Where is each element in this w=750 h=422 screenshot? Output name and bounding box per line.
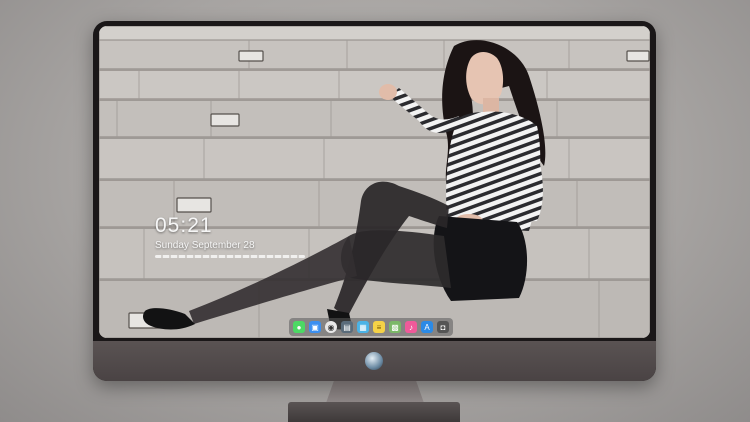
photos-icon[interactable]: ▩ [389, 321, 401, 333]
dock: ● ▣ ◉ ▤ ▦ ≡ ▩ ♪ A ◘ [289, 318, 453, 336]
lock-screen-date: Sunday September 28 [155, 240, 255, 251]
notes-icon[interactable]: ≡ [373, 321, 385, 333]
monitor-stand-neck [326, 381, 424, 403]
chrome-icon[interactable]: ◉ [325, 321, 337, 333]
clapper-icon[interactable]: ▤ [341, 321, 353, 333]
wallpaper-figure [143, 40, 546, 330]
logo-icon [365, 352, 383, 370]
lock-screen-time: 05:21 [155, 214, 213, 237]
movie-icon[interactable]: ▦ [357, 321, 369, 333]
monitor-chin [93, 341, 656, 381]
monitor: 05:21 Sunday September 28 ● ▣ ◉ ▤ ▦ ≡ ▩ … [93, 21, 656, 381]
monitor-stand-base [288, 402, 460, 422]
camera-icon[interactable]: ◘ [437, 321, 449, 333]
finder-icon[interactable]: ▣ [309, 321, 321, 333]
messages-icon[interactable]: ● [293, 321, 305, 333]
music-icon[interactable]: ♪ [405, 321, 417, 333]
app-store-icon[interactable]: A [421, 321, 433, 333]
lock-screen-info-line [155, 255, 305, 258]
screen: 05:21 Sunday September 28 ● ▣ ◉ ▤ ▦ ≡ ▩ … [99, 26, 650, 338]
desktop-scene: 05:21 Sunday September 28 ● ▣ ◉ ▤ ▦ ≡ ▩ … [0, 0, 750, 422]
